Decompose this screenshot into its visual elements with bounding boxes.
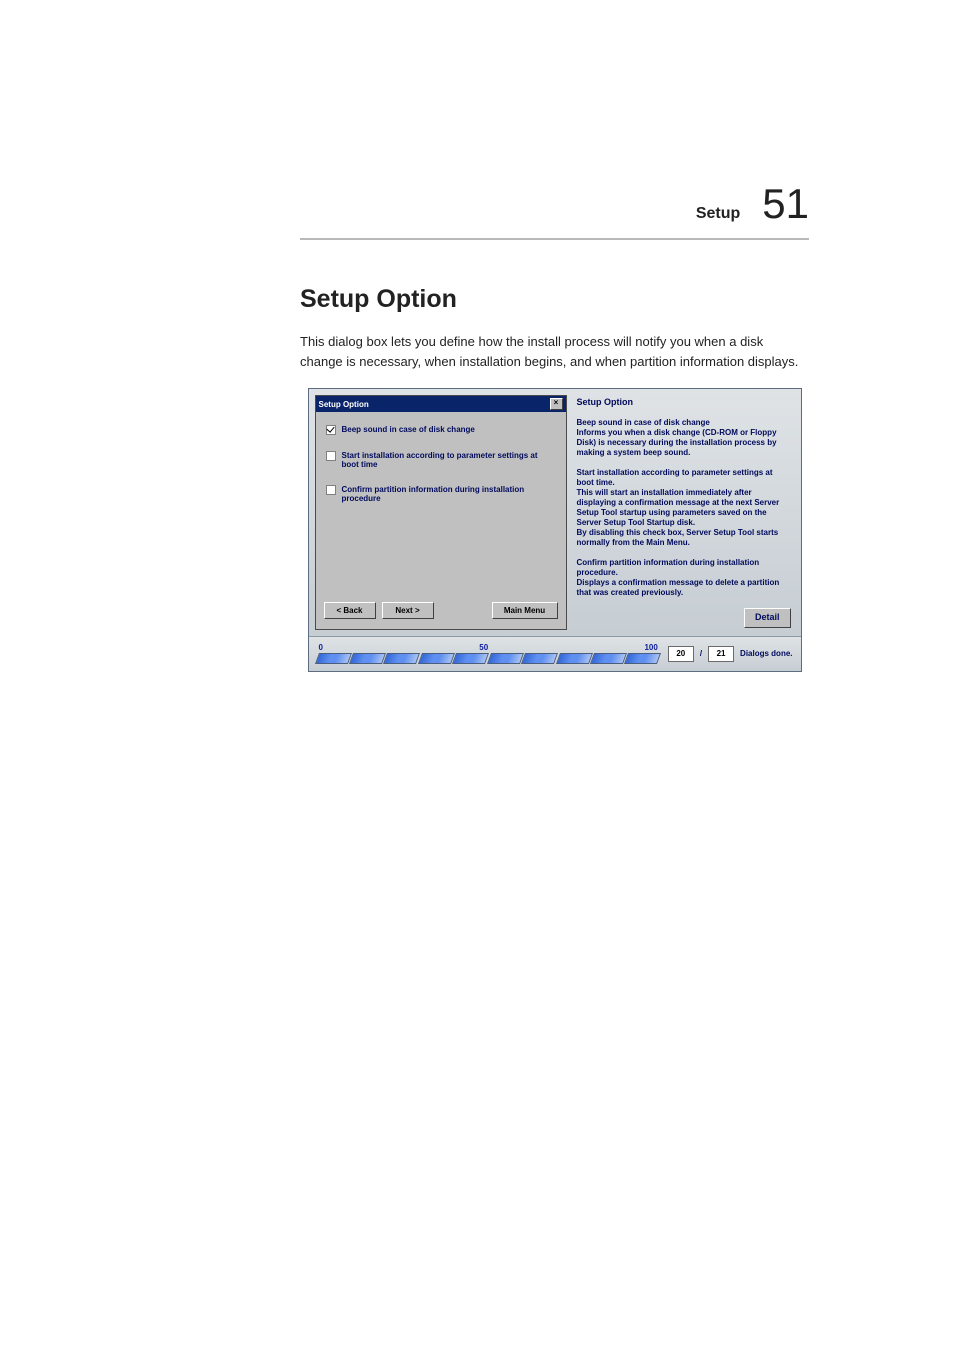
status-text: Dialogs done. xyxy=(740,649,792,658)
dialog-button-row: < Back Next > Main Menu xyxy=(316,592,566,629)
progress-label-mid: 50 xyxy=(479,643,488,652)
checkbox-beep[interactable]: Beep sound in case of disk change xyxy=(326,425,556,435)
status-sep: / xyxy=(700,649,702,658)
help-pane: Setup Option Beep sound in case of disk … xyxy=(575,395,795,630)
help-title: Setup Option xyxy=(577,397,791,408)
main-menu-button[interactable]: Main Menu xyxy=(492,602,558,619)
next-button[interactable]: Next > xyxy=(382,602,434,619)
setup-option-dialog: Setup Option × Beep sound in case of dis… xyxy=(315,395,567,630)
status-total: 21 xyxy=(708,646,734,662)
help-block-2: Start installation according to paramete… xyxy=(577,468,791,548)
progress-label-max: 100 xyxy=(644,643,657,652)
status-bar: 0 50 100 20 / 21 Dialogs done. xyxy=(309,636,801,671)
header-divider xyxy=(300,238,809,240)
close-icon[interactable]: × xyxy=(550,398,563,410)
embedded-screenshot: Setup Option × Beep sound in case of dis… xyxy=(309,389,801,671)
help-block-1: Beep sound in case of disk change Inform… xyxy=(577,418,791,458)
checkbox-label: Start installation according to paramete… xyxy=(342,451,556,469)
help-block-3: Confirm partition information during ins… xyxy=(577,558,791,598)
checkbox-start-install[interactable]: Start installation according to paramete… xyxy=(326,451,556,469)
checkbox-label: Confirm partition information during ins… xyxy=(342,485,556,503)
detail-button[interactable]: Detail xyxy=(744,608,791,627)
checkbox-icon[interactable] xyxy=(326,451,336,461)
checkbox-label: Beep sound in case of disk change xyxy=(342,425,475,434)
progress-scale xyxy=(317,653,660,664)
checkbox-confirm-partition[interactable]: Confirm partition information during ins… xyxy=(326,485,556,503)
status-counter: 20 / 21 Dialogs done. xyxy=(668,646,793,662)
page-number: 51 xyxy=(762,180,809,228)
header-section-label: Setup xyxy=(696,205,740,223)
back-button[interactable]: < Back xyxy=(324,602,376,619)
progress-indicator: 0 50 100 xyxy=(317,643,660,665)
checkbox-icon[interactable] xyxy=(326,485,336,495)
checkbox-icon[interactable] xyxy=(326,425,336,435)
section-paragraph: This dialog box lets you define how the … xyxy=(300,332,809,371)
status-current: 20 xyxy=(668,646,694,662)
dialog-titlebar: Setup Option × xyxy=(316,396,566,412)
progress-label-min: 0 xyxy=(319,643,323,652)
page-header: Setup 51 xyxy=(300,180,809,228)
dialog-title-text: Setup Option xyxy=(319,400,369,409)
section-title: Setup Option xyxy=(300,285,809,314)
